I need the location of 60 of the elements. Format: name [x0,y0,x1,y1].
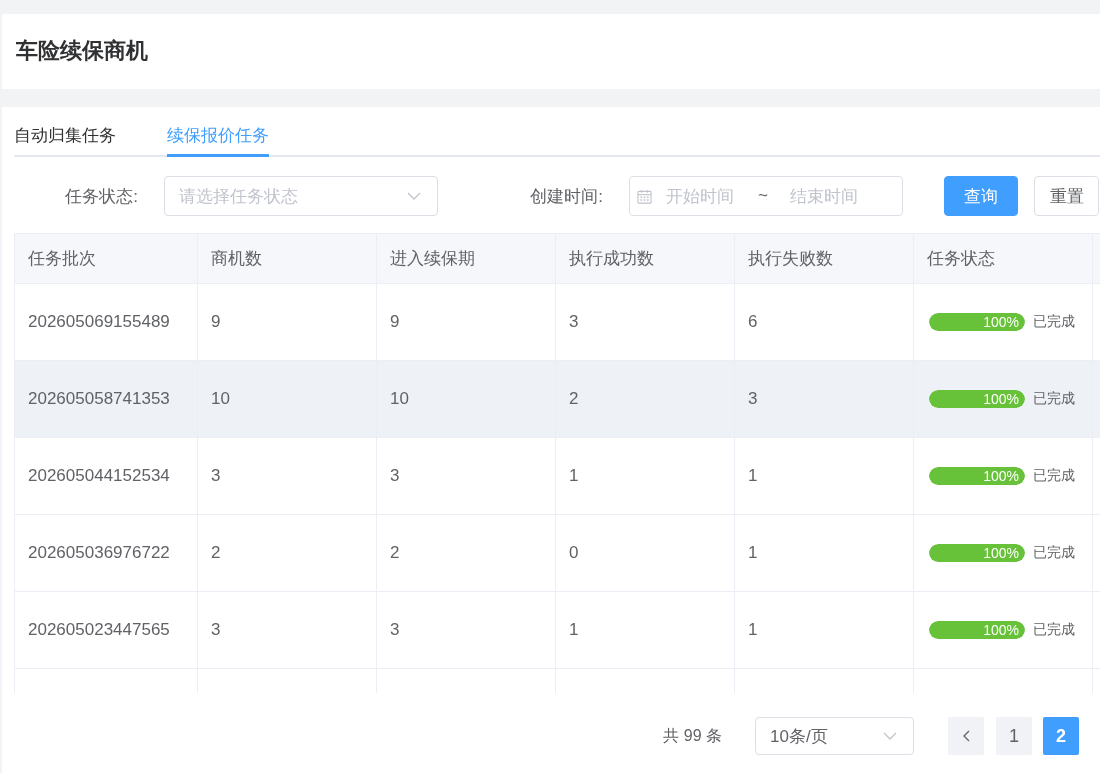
table-cell: 0 [556,515,735,591]
status-text: 已完成 [1033,467,1075,485]
table-row[interactable]: 202605023447565 3 3 1 1 100% 已完成 [15,592,1100,669]
table-cell: 202605023447565 [15,592,198,668]
range-separator: ~ [758,186,768,206]
page-size-select[interactable]: 10条/页 [755,717,914,755]
filter-label: 任务状态: [64,185,138,208]
page-button[interactable]: 1 [996,717,1032,755]
table-cell: 3 [377,438,556,514]
progress-percent: 100% [983,469,1020,483]
tab[interactable]: 自动归集任务 [14,117,116,157]
column-header: 任务状态 [914,234,1093,283]
table-row[interactable]: 202605036976722 2 2 0 1 100% 已完成 [15,515,1100,592]
table-cell: 2 [198,515,377,591]
table-cell: 202605036976722 [15,515,198,591]
table-cell: 1 [556,592,735,668]
table-cell: 202605058741353 [15,361,198,437]
chevron-down-icon [883,732,897,740]
table-cell: 3 [377,592,556,668]
page-title: 车险续保商机 [16,38,148,65]
table-cell: 1 [735,592,914,668]
column-header: 进入续保期 [377,234,556,283]
reset-button[interactable]: 重置 [1034,176,1099,216]
status-text: 已完成 [1033,544,1075,562]
table-row[interactable]: 202605069155489 9 9 3 6 100% 已完成 [15,284,1100,361]
table-cell: 3 [198,592,377,668]
column-header: 执行成功数 [556,234,735,283]
progress-percent: 100% [983,392,1020,406]
table-cell: 202605069155489 [15,284,198,360]
column-header: 任务批次 [15,234,198,283]
table-cell: 1 [556,438,735,514]
status-text: 已完成 [1033,313,1075,331]
pagination-total: 共 99 条 [663,725,722,746]
table-cell: 9 [377,284,556,360]
table-cell: 10 [198,361,377,437]
table-row[interactable]: 202605044152534 3 3 1 1 100% 已完成 [15,438,1100,515]
chevron-left-icon [962,730,970,742]
progress-percent: 100% [983,315,1020,329]
table-cell: 3 [556,284,735,360]
table-row[interactable]: 202605058741353 10 10 2 3 100% 已完成 [15,361,1100,438]
calendar-icon [637,188,652,204]
column-header: 商机数 [198,234,377,283]
filter-label: 创建时间: [529,185,603,208]
status-text: 已完成 [1033,390,1075,408]
progress-percent: 100% [983,623,1020,637]
status-text: 已完成 [1033,621,1075,639]
table-cell: 2 [377,515,556,591]
table-cell: 1 [735,438,914,514]
progress-percent: 100% [983,546,1020,560]
table-cell: 3 [735,361,914,437]
table-cell: 6 [735,284,914,360]
table-cell: 3 [198,438,377,514]
table-cell: 9 [198,284,377,360]
column-header: 执行失败数 [735,234,914,283]
table-cell: 10 [377,361,556,437]
table-cell: 2 [556,361,735,437]
table-cell: 202605044152534 [15,438,198,514]
prev-page-button[interactable] [948,717,984,755]
chevron-down-icon [407,192,421,200]
table-cell: 1 [735,515,914,591]
